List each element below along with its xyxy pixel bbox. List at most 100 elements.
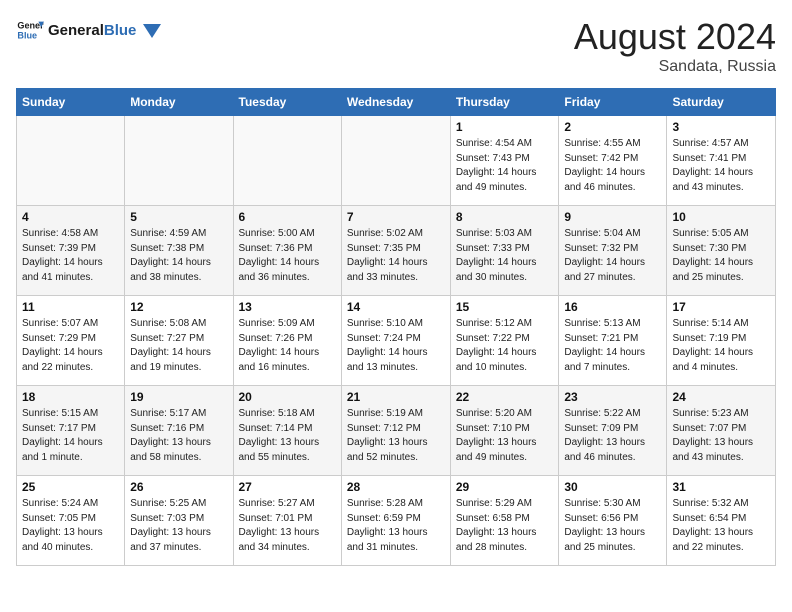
day-info: Sunrise: 5:00 AM Sunset: 7:36 PM Dayligh…: [239, 227, 336, 285]
day-cell: 14 Sunrise: 5:10 AM Sunset: 7:24 PM Dayli…: [341, 296, 450, 386]
day-info: Sunrise: 5:08 AM Sunset: 7:27 PM Dayligh…: [130, 317, 227, 375]
day-info: Sunrise: 4:57 AM Sunset: 7:41 PM Dayligh…: [672, 137, 770, 195]
day-cell: 19 Sunrise: 5:17 AM Sunset: 7:16 PM Dayli…: [125, 386, 233, 476]
day-cell: 9 Sunrise: 5:04 AM Sunset: 7:32 PM Daylig…: [559, 206, 667, 296]
day-number: 28: [347, 480, 445, 494]
day-info: Sunrise: 5:10 AM Sunset: 7:24 PM Dayligh…: [347, 317, 445, 375]
day-info: Sunrise: 5:03 AM Sunset: 7:33 PM Dayligh…: [456, 227, 554, 285]
day-cell: 6 Sunrise: 5:00 AM Sunset: 7:36 PM Daylig…: [233, 206, 341, 296]
logo-arrow-icon: [143, 24, 161, 38]
calendar-header-row: SundayMondayTuesdayWednesdayThursdayFrid…: [17, 89, 776, 116]
day-number: 30: [564, 480, 661, 494]
day-number: 10: [672, 210, 770, 224]
day-cell: 13Sunrise: 5:09 AM Sunset: 7:26 PM Dayli…: [233, 296, 341, 386]
week-row-2: 4 Sunrise: 4:58 AM Sunset: 7:39 PM Daylig…: [17, 206, 776, 296]
title-block: August 2024 Sandata, Russia: [574, 16, 776, 76]
day-number: 6: [239, 210, 336, 224]
header-thursday: Thursday: [450, 89, 559, 116]
day-info: Sunrise: 5:14 AM Sunset: 7:19 PM Dayligh…: [672, 317, 770, 375]
day-info: Sunrise: 5:17 AM Sunset: 7:16 PM Dayligh…: [130, 407, 227, 465]
day-number: 11: [22, 300, 119, 314]
day-number: 3: [672, 120, 770, 134]
week-row-1: 1Sunrise: 4:54 AM Sunset: 7:43 PM Daylig…: [17, 116, 776, 206]
day-number: 22: [456, 390, 554, 404]
day-info: Sunrise: 5:22 AM Sunset: 7:09 PM Dayligh…: [564, 407, 661, 465]
day-cell: 8Sunrise: 5:03 AM Sunset: 7:33 PM Daylig…: [450, 206, 559, 296]
day-info: Sunrise: 5:07 AM Sunset: 7:29 PM Dayligh…: [22, 317, 119, 375]
day-info: Sunrise: 5:09 AM Sunset: 7:26 PM Dayligh…: [239, 317, 336, 375]
day-cell: 27 Sunrise: 5:27 AM Sunset: 7:01 PM Dayli…: [233, 476, 341, 566]
day-info: Sunrise: 5:24 AM Sunset: 7:05 PM Dayligh…: [22, 497, 119, 555]
day-number: 27: [239, 480, 336, 494]
day-cell: [17, 116, 125, 206]
day-info: Sunrise: 5:19 AM Sunset: 7:12 PM Dayligh…: [347, 407, 445, 465]
header-monday: Monday: [125, 89, 233, 116]
day-info: Sunrise: 5:15 AM Sunset: 7:17 PM Dayligh…: [22, 407, 119, 465]
day-cell: 26Sunrise: 5:25 AM Sunset: 7:03 PM Dayli…: [125, 476, 233, 566]
day-info: Sunrise: 5:12 AM Sunset: 7:22 PM Dayligh…: [456, 317, 554, 375]
day-number: 18: [22, 390, 119, 404]
day-cell: [125, 116, 233, 206]
week-row-4: 18 Sunrise: 5:15 AM Sunset: 7:17 PM Dayli…: [17, 386, 776, 476]
day-cell: 1Sunrise: 4:54 AM Sunset: 7:43 PM Daylig…: [450, 116, 559, 206]
day-cell: 20Sunrise: 5:18 AM Sunset: 7:14 PM Dayli…: [233, 386, 341, 476]
day-info: Sunrise: 5:30 AM Sunset: 6:56 PM Dayligh…: [564, 497, 661, 555]
day-cell: 21 Sunrise: 5:19 AM Sunset: 7:12 PM Dayli…: [341, 386, 450, 476]
header-tuesday: Tuesday: [233, 89, 341, 116]
day-number: 16: [564, 300, 661, 314]
svg-text:Blue: Blue: [17, 30, 37, 40]
day-number: 14: [347, 300, 445, 314]
day-number: 19: [130, 390, 227, 404]
day-info: Sunrise: 4:58 AM Sunset: 7:39 PM Dayligh…: [22, 227, 119, 285]
day-cell: 10 Sunrise: 5:05 AM Sunset: 7:30 PM Dayli…: [667, 206, 776, 296]
week-row-5: 25 Sunrise: 5:24 AM Sunset: 7:05 PM Dayli…: [17, 476, 776, 566]
day-number: 15: [456, 300, 554, 314]
day-number: 21: [347, 390, 445, 404]
day-cell: 31 Sunrise: 5:32 AM Sunset: 6:54 PM Dayli…: [667, 476, 776, 566]
day-number: 26: [130, 480, 227, 494]
header-saturday: Saturday: [667, 89, 776, 116]
header-friday: Friday: [559, 89, 667, 116]
day-info: Sunrise: 5:32 AM Sunset: 6:54 PM Dayligh…: [672, 497, 770, 555]
day-info: Sunrise: 4:59 AM Sunset: 7:38 PM Dayligh…: [130, 227, 227, 285]
day-cell: 16 Sunrise: 5:13 AM Sunset: 7:21 PM Dayli…: [559, 296, 667, 386]
day-cell: 3 Sunrise: 4:57 AM Sunset: 7:41 PM Daylig…: [667, 116, 776, 206]
day-info: Sunrise: 5:28 AM Sunset: 6:59 PM Dayligh…: [347, 497, 445, 555]
day-number: 5: [130, 210, 227, 224]
day-info: Sunrise: 5:02 AM Sunset: 7:35 PM Dayligh…: [347, 227, 445, 285]
day-cell: 5 Sunrise: 4:59 AM Sunset: 7:38 PM Daylig…: [125, 206, 233, 296]
calendar-body: 1Sunrise: 4:54 AM Sunset: 7:43 PM Daylig…: [17, 116, 776, 566]
day-number: 2: [564, 120, 661, 134]
day-number: 23: [564, 390, 661, 404]
day-cell: 24 Sunrise: 5:23 AM Sunset: 7:07 PM Dayli…: [667, 386, 776, 476]
day-number: 31: [672, 480, 770, 494]
day-number: 17: [672, 300, 770, 314]
calendar-title: August 2024: [574, 16, 776, 58]
day-cell: 7Sunrise: 5:02 AM Sunset: 7:35 PM Daylig…: [341, 206, 450, 296]
day-number: 20: [239, 390, 336, 404]
calendar-table: SundayMondayTuesdayWednesdayThursdayFrid…: [16, 88, 776, 566]
day-number: 9: [564, 210, 661, 224]
day-cell: 22 Sunrise: 5:20 AM Sunset: 7:10 PM Dayli…: [450, 386, 559, 476]
logo-icon: General Blue: [16, 16, 44, 44]
day-info: Sunrise: 5:13 AM Sunset: 7:21 PM Dayligh…: [564, 317, 661, 375]
day-info: Sunrise: 5:20 AM Sunset: 7:10 PM Dayligh…: [456, 407, 554, 465]
day-cell: 17 Sunrise: 5:14 AM Sunset: 7:19 PM Dayli…: [667, 296, 776, 386]
day-cell: 25 Sunrise: 5:24 AM Sunset: 7:05 PM Dayli…: [17, 476, 125, 566]
day-cell: 2 Sunrise: 4:55 AM Sunset: 7:42 PM Daylig…: [559, 116, 667, 206]
day-info: Sunrise: 4:55 AM Sunset: 7:42 PM Dayligh…: [564, 137, 661, 195]
day-number: 25: [22, 480, 119, 494]
day-cell: 11 Sunrise: 5:07 AM Sunset: 7:29 PM Dayli…: [17, 296, 125, 386]
day-cell: 18 Sunrise: 5:15 AM Sunset: 7:17 PM Dayli…: [17, 386, 125, 476]
day-info: Sunrise: 5:04 AM Sunset: 7:32 PM Dayligh…: [564, 227, 661, 285]
week-row-3: 11 Sunrise: 5:07 AM Sunset: 7:29 PM Dayli…: [17, 296, 776, 386]
header-wednesday: Wednesday: [341, 89, 450, 116]
day-number: 24: [672, 390, 770, 404]
day-info: Sunrise: 5:05 AM Sunset: 7:30 PM Dayligh…: [672, 227, 770, 285]
day-number: 29: [456, 480, 554, 494]
day-cell: 28 Sunrise: 5:28 AM Sunset: 6:59 PM Dayli…: [341, 476, 450, 566]
day-info: Sunrise: 5:27 AM Sunset: 7:01 PM Dayligh…: [239, 497, 336, 555]
day-cell: 12Sunrise: 5:08 AM Sunset: 7:27 PM Dayli…: [125, 296, 233, 386]
day-number: 4: [22, 210, 119, 224]
day-info: Sunrise: 5:23 AM Sunset: 7:07 PM Dayligh…: [672, 407, 770, 465]
